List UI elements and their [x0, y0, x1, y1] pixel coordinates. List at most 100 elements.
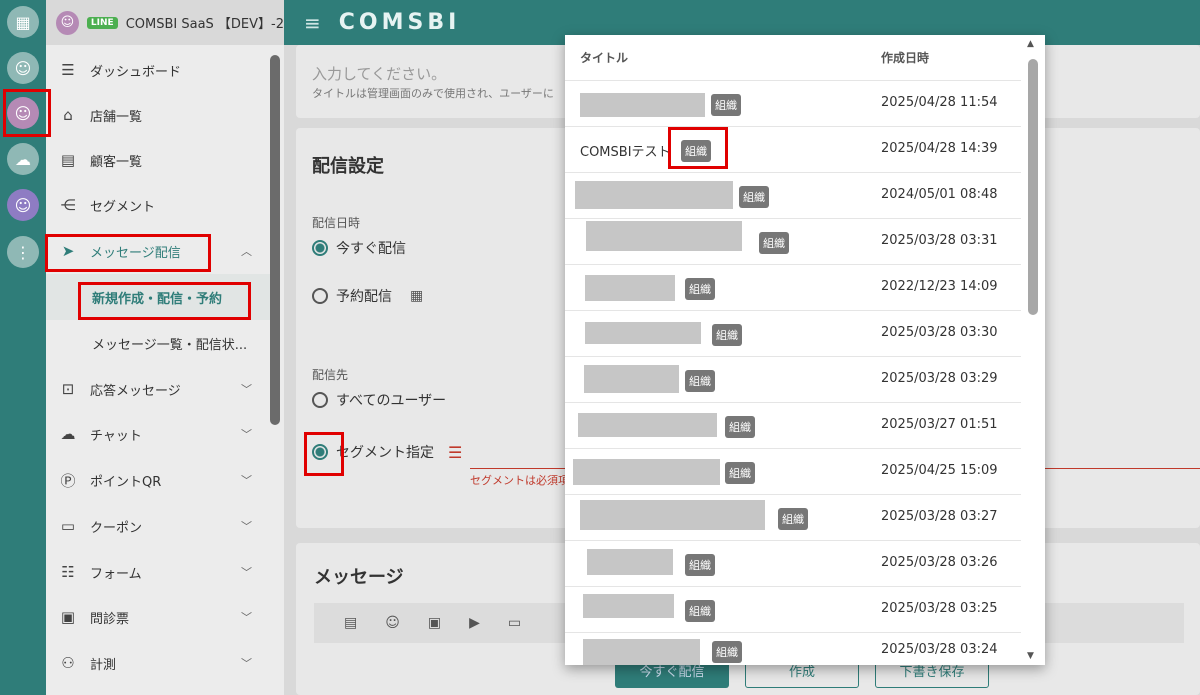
calendar-icon[interactable]: ▦: [410, 288, 423, 304]
chevron-down-icon: ﹀: [241, 520, 252, 533]
chevron-down-icon: ﹀: [241, 383, 252, 396]
table-header: タイトル 作成日時: [565, 35, 1021, 81]
segment-select-dialog: タイトル 作成日時 組織 2025/04/28 11:54 COMSBIテスト …: [565, 35, 1045, 665]
message-section-title: メッセージ: [314, 567, 404, 588]
id-card-icon: ▤: [60, 151, 76, 169]
table-row[interactable]: 組織 2025/03/28 03:25: [565, 587, 1021, 633]
sidebar-item-chat[interactable]: ☁ チャット ﹀: [46, 411, 272, 457]
table-row[interactable]: 組織 2025/03/28 03:29: [565, 357, 1021, 403]
row-date: 2025/04/28 11:54: [881, 95, 998, 110]
video-icon[interactable]: ▶: [469, 615, 480, 631]
smile-icon[interactable]: ☺: [7, 189, 39, 221]
chevron-down-icon: ﹀: [241, 566, 252, 579]
radio-scheduled[interactable]: 予約配信 ▦: [312, 286, 423, 306]
scroll-down-icon[interactable]: ▼: [1027, 651, 1034, 661]
share-icon: ⋲: [60, 196, 76, 214]
form-icon: ☷: [61, 563, 75, 581]
dashboard-icon: ☰: [61, 61, 75, 79]
image-icon[interactable]: ▣: [428, 615, 441, 631]
radio-icon: [312, 288, 328, 304]
sidebar-item-auto-reply[interactable]: ⊡ 応答メッセージ ﹀: [46, 366, 272, 412]
sidebar-scrollbar[interactable]: [270, 55, 280, 425]
brand-logo: COMSBI: [338, 10, 461, 35]
row-date: 2022/12/23 14:09: [881, 279, 998, 294]
hamburger-icon[interactable]: ≡: [304, 11, 321, 35]
title-hint: タイトルは管理画面のみで使用され、ユーザーに: [312, 87, 554, 100]
table-row[interactable]: 組織 2025/03/28 03:24: [565, 633, 1021, 665]
redacted-title: [580, 500, 765, 530]
dialog-scrollbar[interactable]: ▲ ▼: [1021, 35, 1045, 665]
point-icon: Ⓟ: [60, 471, 76, 490]
sidebar-item-measure[interactable]: ⚇ 計測 ﹀: [46, 640, 272, 686]
org-badge: 組織: [712, 641, 742, 663]
text-icon[interactable]: ▤: [344, 615, 357, 631]
scroll-up-icon[interactable]: ▲: [1027, 39, 1034, 49]
highlight-box: [668, 127, 728, 169]
row-date: 2025/04/28 14:39: [881, 141, 998, 156]
redacted-title: [575, 181, 733, 209]
sidebar-item-coupon[interactable]: ▭ クーポン ﹀: [46, 503, 272, 549]
sidebar-item-point-qr[interactable]: Ⓟ ポイントQR ﹀: [46, 457, 272, 503]
org-badge: 組織: [712, 324, 742, 346]
list-icon[interactable]: ☰: [448, 443, 462, 462]
table-row[interactable]: 組織 2025/04/28 11:54: [565, 81, 1021, 127]
radio-icon: [312, 392, 328, 408]
title-input[interactable]: 入力してください。: [312, 63, 446, 84]
redacted-title: [585, 275, 675, 301]
smile-icon[interactable]: ☺: [7, 52, 39, 84]
delivery-date-label: 配信日時: [312, 216, 361, 230]
account-header[interactable]: ☺ LINE COMSBI SaaS 【DEV】-2: [46, 0, 284, 45]
redacted-title: [584, 365, 679, 393]
line-badge: LINE: [86, 16, 118, 29]
chat-icon[interactable]: ☁: [7, 143, 39, 175]
account-title: COMSBI SaaS 【DEV】-2: [125, 17, 284, 32]
chevron-up-icon: ︿: [241, 245, 252, 258]
sidebar-subitem-list[interactable]: メッセージ一覧・配信状...: [46, 320, 272, 366]
robot-icon: ⊡: [61, 380, 75, 398]
building-icon[interactable]: ▦: [7, 6, 39, 38]
org-badge: 組織: [739, 186, 769, 208]
table-row[interactable]: 組織 2025/03/28 03:27: [565, 495, 1021, 541]
row-date: 2025/03/28 03:25: [881, 601, 998, 616]
chevron-down-icon: ﹀: [241, 657, 252, 670]
org-badge: 組織: [759, 232, 789, 254]
sidebar-item-stores[interactable]: ⌂ 店舗一覧: [46, 92, 272, 138]
sticker-icon[interactable]: ☺: [385, 615, 400, 631]
sidebar-item-customers[interactable]: ▤ 顧客一覧: [46, 137, 272, 183]
table-row[interactable]: 組織 2025/03/28 03:31: [565, 219, 1021, 265]
more-icon[interactable]: ⋮: [7, 236, 39, 268]
table-row[interactable]: 組織 2025/03/28 03:26: [565, 541, 1021, 587]
table-row[interactable]: 組織 2025/03/27 01:51: [565, 403, 1021, 449]
card-icon[interactable]: ▭: [508, 615, 521, 631]
sidebar-item-segment[interactable]: ⋲ セグメント: [46, 182, 272, 228]
row-date: 2025/03/28 03:27: [881, 509, 998, 524]
column-date: 作成日時: [881, 51, 930, 65]
sidebar-item-dashboard[interactable]: ☰ ダッシュボード: [46, 47, 272, 93]
table-row[interactable]: 組織 2025/03/28 03:30: [565, 311, 1021, 357]
org-badge: 組織: [685, 278, 715, 300]
redacted-title: [580, 93, 705, 117]
org-badge: 組織: [778, 508, 808, 530]
redacted-title: [587, 549, 673, 575]
org-badge: 組織: [685, 554, 715, 576]
chevron-down-icon: ﹀: [241, 428, 252, 441]
sidebar-item-form[interactable]: ☷ フォーム ﹀: [46, 549, 272, 595]
table-row[interactable]: 組織 2022/12/23 14:09: [565, 265, 1021, 311]
clipboard-icon: ▣: [60, 608, 76, 626]
redacted-title: [583, 594, 674, 618]
radio-now[interactable]: 今すぐ配信: [312, 238, 406, 258]
table-row[interactable]: 組織 2024/05/01 08:48: [565, 173, 1021, 219]
scroll-thumb[interactable]: [1028, 59, 1038, 315]
redacted-title: [586, 221, 742, 251]
sidebar: ☺ LINE COMSBI SaaS 【DEV】-2 ☰ ダッシュボード ⌂ 店…: [46, 0, 284, 695]
table-row[interactable]: 組織 2025/04/25 15:09: [565, 449, 1021, 495]
highlight-box: [78, 282, 251, 320]
sidebar-item-questionnaire[interactable]: ▣ 問診票 ﹀: [46, 594, 272, 640]
radio-all-users[interactable]: すべてのユーザー: [312, 390, 446, 410]
row-title: COMSBIテスト: [580, 145, 671, 160]
table-row[interactable]: COMSBIテスト 組織 2025/04/28 14:39: [565, 127, 1021, 173]
row-date: 2025/03/28 03:26: [881, 555, 998, 570]
measure-icon: ⚇: [61, 654, 75, 672]
redacted-title: [583, 639, 700, 665]
chevron-down-icon: ﹀: [241, 611, 252, 624]
